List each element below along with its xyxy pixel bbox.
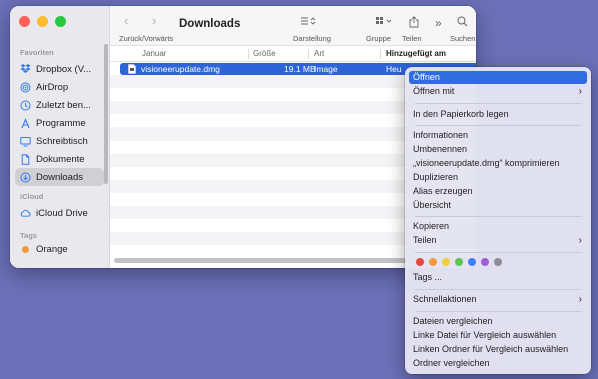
menu-item-select-left-folder[interactable]: Linken Ordner für Vergleich auswählen	[409, 343, 587, 356]
column-divider[interactable]	[380, 49, 381, 59]
tag-orange-dot[interactable]	[429, 258, 437, 266]
orange-tag-icon	[20, 244, 31, 255]
close-button[interactable]	[19, 16, 30, 27]
tag-green-dot[interactable]	[455, 258, 463, 266]
submenu-arrow-icon: ›	[578, 294, 582, 305]
toolbar: ‹ › Zurück/Vorwärts Downloads Darstellun…	[110, 6, 476, 46]
column-divider[interactable]	[248, 49, 249, 59]
icloud-header: iCloud	[20, 192, 44, 201]
menu-item-info[interactable]: Informationen	[409, 129, 587, 142]
downloads-icon	[20, 172, 31, 183]
sidebar-item-icloud-drive[interactable]: iCloud Drive	[15, 204, 104, 222]
sidebar-item-desktop[interactable]: Schreibtisch	[15, 132, 104, 150]
column-kind[interactable]: Art	[314, 49, 324, 58]
window-title: Downloads	[179, 18, 241, 30]
menu-item-duplicate[interactable]: Duplizieren	[409, 171, 587, 184]
menu-item-compare-folders[interactable]: Ordner vergleichen	[409, 357, 587, 370]
window-controls	[19, 16, 66, 27]
sidebar-item-documents[interactable]: Dokumente	[15, 150, 104, 168]
menu-item-quicklook[interactable]: Übersicht	[409, 199, 587, 212]
sidebar-item-label: Downloads	[36, 171, 83, 183]
group-icon[interactable]	[375, 16, 393, 29]
zoom-button[interactable]	[55, 16, 66, 27]
menu-item-share[interactable]: Teilen ›	[409, 234, 587, 247]
view-label: Darstellung	[293, 34, 331, 43]
apps-icon	[20, 117, 31, 129]
sidebar-item-label: Dokumente	[36, 153, 85, 165]
tags-header: Tags	[20, 231, 37, 240]
menu-separator	[415, 252, 581, 253]
share-icon[interactable]	[409, 16, 419, 31]
sidebar-item-label: Schreibtisch	[36, 135, 88, 147]
tag-color-row	[416, 258, 502, 266]
disk-image-icon	[128, 64, 136, 76]
sidebar-item-label: Dropbox (V...	[36, 63, 92, 75]
column-date[interactable]: Januar	[142, 49, 166, 58]
sidebar: Favoriten Dropbox (V... AirDrop Zuletzt …	[10, 6, 110, 268]
sidebar-item-applications[interactable]: Programme	[15, 114, 104, 132]
sidebar-item-dropbox[interactable]: Dropbox (V...	[15, 60, 104, 78]
menu-item-trash[interactable]: In den Papierkorb legen	[409, 108, 587, 121]
tag-purple-dot[interactable]	[481, 258, 489, 266]
menu-item-alias[interactable]: Alias erzeugen	[409, 185, 587, 198]
document-icon	[20, 153, 31, 165]
tag-red-dot[interactable]	[416, 258, 424, 266]
column-added[interactable]: Hinzugefügt am	[386, 49, 446, 58]
group-label: Gruppe	[366, 34, 392, 43]
airdrop-icon	[20, 82, 31, 93]
file-name: visioneerupdate.dmg	[141, 64, 220, 74]
menu-item-compare-files[interactable]: Dateien vergleichen	[409, 315, 587, 328]
menu-item-open[interactable]: Öffnen	[409, 71, 587, 84]
sidebar-item-recents[interactable]: Zuletzt ben...	[15, 96, 104, 114]
file-kind: Image	[314, 64, 338, 74]
share-label: Teilen	[402, 34, 422, 43]
favorites-header: Favoriten	[20, 48, 54, 57]
tag-yellow-dot[interactable]	[442, 258, 450, 266]
menu-item-copy[interactable]: Kopieren	[409, 220, 587, 233]
list-view-icon[interactable]	[300, 16, 316, 29]
menu-item-tags[interactable]: Tags ...	[409, 271, 587, 284]
submenu-arrow-icon: ›	[578, 86, 582, 97]
sidebar-item-label: iCloud Drive	[36, 207, 88, 219]
back-forward-icons[interactable]: ‹ ›	[124, 13, 166, 28]
sidebar-item-airdrop[interactable]: AirDrop	[15, 78, 104, 96]
sidebar-item-downloads[interactable]: Downloads	[15, 168, 104, 186]
menu-separator	[415, 311, 581, 312]
tag-gray-dot[interactable]	[494, 258, 502, 266]
more-chevron-icon[interactable]: »	[435, 16, 442, 30]
sidebar-item-tag-orange[interactable]: Orange	[15, 240, 104, 258]
sidebar-item-label: AirDrop	[36, 81, 69, 93]
dropbox-icon	[20, 64, 31, 75]
context-menu: Öffnen Öffnen mit › In den Papierkorb leg…	[405, 67, 591, 374]
search-label: Suchen	[450, 34, 476, 43]
search-icon[interactable]	[457, 16, 468, 30]
cloud-icon	[20, 208, 31, 219]
menu-separator	[415, 103, 581, 104]
column-header-row: Januar Größe Art Hinzugefügt am	[110, 46, 476, 62]
sidebar-item-label: Programme	[36, 117, 86, 129]
sidebar-scrollbar[interactable]	[104, 44, 108, 184]
minimize-button[interactable]	[37, 16, 48, 27]
menu-item-compress[interactable]: „visioneerupdate.dmg“ komprimieren	[409, 157, 587, 170]
menu-item-open-with[interactable]: Öffnen mit ›	[409, 85, 587, 98]
menu-separator	[415, 125, 581, 126]
column-divider[interactable]	[308, 49, 309, 59]
clock-icon	[20, 100, 31, 111]
column-size[interactable]: Größe	[253, 49, 276, 58]
sidebar-item-label: Zuletzt ben...	[36, 99, 91, 111]
nav-label: Zurück/Vorwärts	[119, 34, 174, 43]
submenu-arrow-icon: ›	[578, 235, 582, 246]
menu-item-select-left-file[interactable]: Linke Datei für Vergleich auswählen	[409, 329, 587, 342]
menu-separator	[415, 289, 581, 290]
file-size: 19.1 MB	[284, 64, 316, 74]
menu-item-quick-actions[interactable]: Schnellaktionen ›	[409, 293, 587, 306]
desktop-icon	[20, 136, 31, 147]
menu-item-rename[interactable]: Umbenennen	[409, 143, 587, 156]
tag-blue-dot[interactable]	[468, 258, 476, 266]
sidebar-item-label: Orange	[36, 243, 68, 255]
file-added: Heu	[386, 64, 402, 74]
menu-separator	[415, 216, 581, 217]
